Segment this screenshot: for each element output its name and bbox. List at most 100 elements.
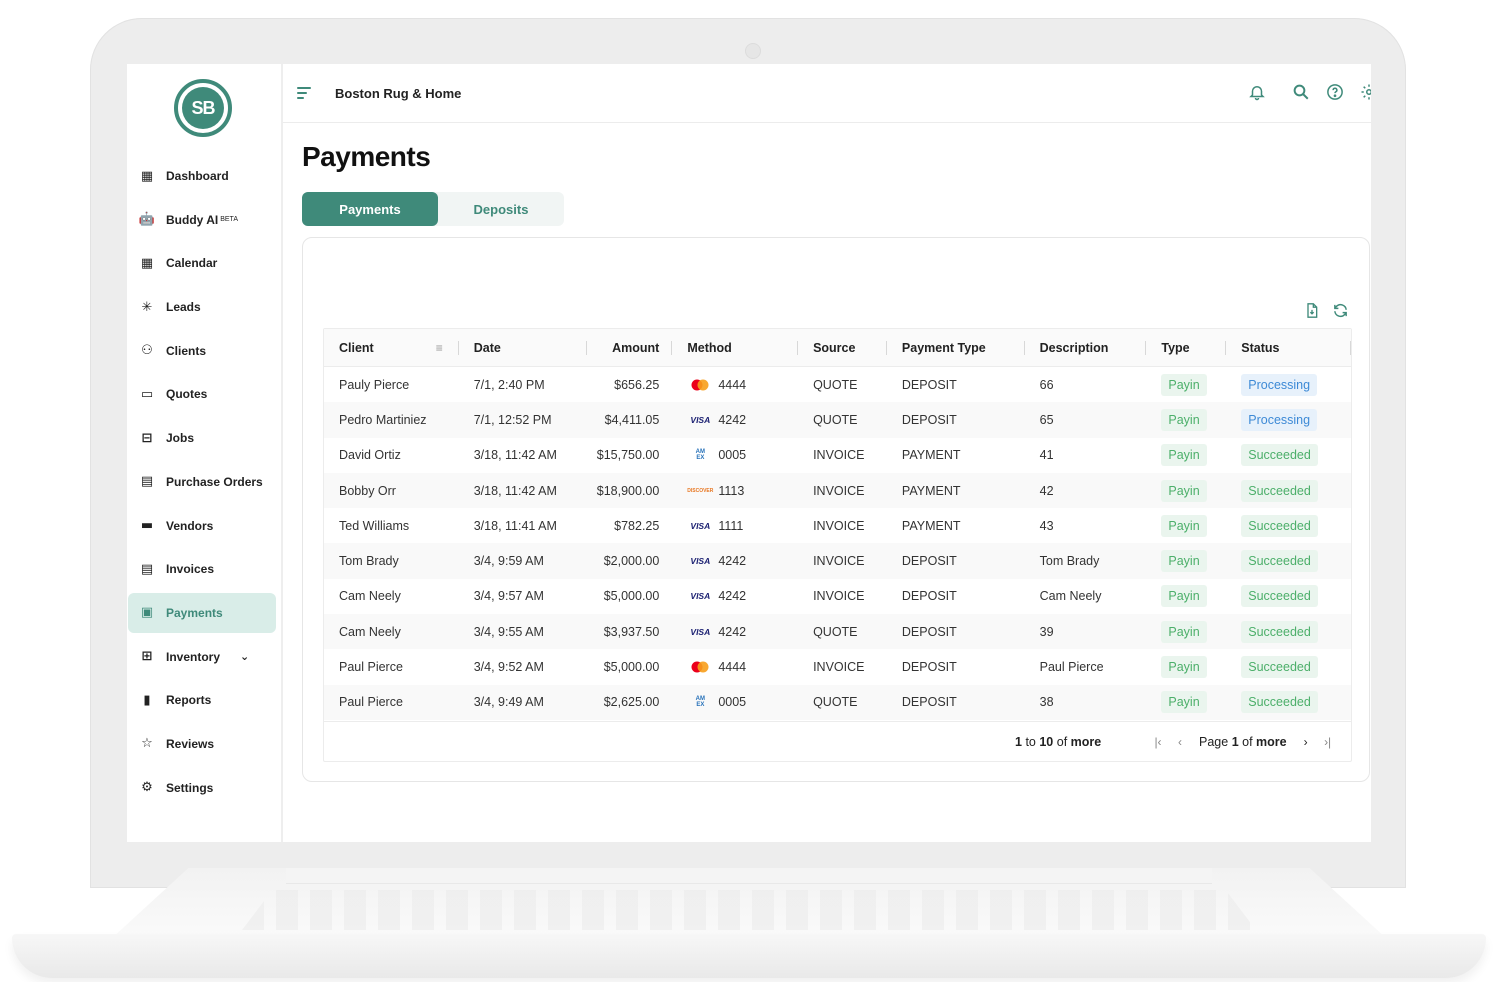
sidebar-item-leads[interactable]: ✳Leads (128, 287, 276, 327)
settings-gear-icon[interactable] (1359, 82, 1371, 102)
cell-description-text: Tom Brady (1040, 554, 1100, 568)
cell-description: 41 (1025, 438, 1147, 473)
table-row[interactable]: David Ortiz3/18, 11:42 AM$15,750.00AMEX0… (324, 438, 1351, 473)
cell-client-text: Paul Pierce (339, 660, 403, 674)
sidebar-item-quotes[interactable]: ▭Quotes (128, 374, 276, 414)
table-row[interactable]: Ted Williams3/18, 11:41 AM$782.25VISA111… (324, 508, 1351, 543)
column-header-source[interactable]: Source (798, 329, 887, 366)
cell-date-text: 3/4, 9:49 AM (474, 695, 544, 709)
cell-type: Payin (1146, 473, 1226, 508)
first-page-icon[interactable]: |‹ (1147, 735, 1169, 749)
cell-type: Payin (1146, 685, 1226, 720)
column-header-method[interactable]: Method (672, 329, 798, 366)
cell-amount: $4,411.05 (587, 402, 672, 437)
next-page-icon[interactable]: › (1295, 735, 1317, 749)
sidebar-item-settings[interactable]: ⚙Settings (128, 768, 276, 808)
sidebar-item-dashboard[interactable]: ▦Dashboard (128, 156, 276, 196)
cell-client: Cam Neely (324, 579, 459, 614)
column-header-amount[interactable]: Amount (587, 329, 672, 366)
last-page-icon[interactable]: ›| (1317, 735, 1339, 749)
table-row[interactable]: Pauly Pierce7/1, 2:40 PM$656.254444QUOTE… (324, 367, 1351, 402)
sidebar-item-reports[interactable]: ▮Reports (128, 680, 276, 720)
sidebar-item-label: Clients (166, 344, 206, 358)
cell-amount: $3,937.50 (587, 614, 672, 649)
cell-amount-text: $5,000.00 (604, 589, 660, 603)
type-badge: Payin (1161, 621, 1206, 643)
column-menu-icon[interactable]: ≡ (436, 341, 443, 355)
app-screen: SB ▦Dashboard🤖Buddy AIBETA▦Calendar✳Lead… (127, 64, 1371, 842)
cell-date-text: 3/4, 9:59 AM (474, 554, 544, 568)
sidebar-item-calendar[interactable]: ▦Calendar (128, 243, 276, 283)
column-header-description[interactable]: Description (1025, 329, 1147, 366)
cell-amount-text: $656.25 (614, 378, 659, 392)
cell-client-text: Ted Williams (339, 519, 409, 533)
cell-payment-type: DEPOSIT (887, 685, 1025, 720)
help-icon[interactable] (1325, 82, 1345, 102)
search-icon[interactable] (1291, 82, 1311, 102)
type-badge: Payin (1161, 515, 1206, 537)
row-summary: 1 to 10 of more (1015, 735, 1101, 749)
tab-deposits[interactable]: Deposits (438, 192, 564, 226)
sidebar-item-label: Jobs (166, 431, 194, 445)
column-header-client[interactable]: Client≡ (324, 329, 459, 366)
chevron-down-icon[interactable]: ⌄ (240, 650, 249, 663)
sidebar-item-clients[interactable]: ⚇Clients (128, 331, 276, 371)
cell-client: Tom Brady (324, 543, 459, 578)
amex-icon: AMEX (687, 694, 713, 710)
gear-icon: ⚙ (138, 779, 156, 797)
type-badge: Payin (1161, 656, 1206, 678)
sidebar-item-purchase-orders[interactable]: ▤Purchase Orders (128, 462, 276, 502)
tab-payments[interactable]: Payments (302, 192, 438, 226)
sidebar-item-payments[interactable]: ▣Payments (128, 593, 276, 633)
table-row[interactable]: Cam Neely3/4, 9:57 AM$5,000.00VISA4242IN… (324, 579, 1351, 614)
card-last4: 4242 (718, 554, 746, 568)
table-row[interactable]: Cam Neely3/4, 9:55 AM$3,937.50VISA4242QU… (324, 614, 1351, 649)
cell-payment-type: DEPOSIT (887, 543, 1025, 578)
export-file-icon[interactable] (1303, 301, 1321, 319)
menu-toggle-icon[interactable] (297, 87, 313, 99)
cell-date-text: 3/18, 11:41 AM (474, 519, 557, 533)
cell-client-text: Pauly Pierce (339, 378, 409, 392)
sidebar-item-inventory[interactable]: ⊞Inventory⌄ (128, 637, 276, 677)
sidebar-item-jobs[interactable]: ⊟Jobs (128, 418, 276, 458)
cell-method: AMEX0005 (672, 438, 798, 473)
sidebar-item-vendors[interactable]: ▬Vendors (128, 506, 276, 546)
sidebar-item-reviews[interactable]: ☆Reviews (128, 724, 276, 764)
column-header-label: Type (1161, 341, 1189, 355)
table-row[interactable]: Paul Pierce3/4, 9:49 AM$2,625.00AMEX0005… (324, 685, 1351, 720)
column-header-payment-type[interactable]: Payment Type (887, 329, 1025, 366)
status-badge: Succeeded (1241, 656, 1318, 678)
payments-card: Client≡ Date Amount Method Source Paymen… (302, 237, 1370, 782)
refresh-icon[interactable] (1331, 301, 1349, 319)
status-badge: Succeeded (1241, 444, 1318, 466)
type-badge: Payin (1161, 409, 1206, 431)
cell-date-text: 3/4, 9:52 AM (474, 660, 544, 674)
column-header-status[interactable]: Status (1226, 329, 1351, 366)
cell-payment-type-text: DEPOSIT (902, 589, 957, 603)
cell-source: INVOICE (798, 473, 887, 508)
bell-icon[interactable] (1247, 82, 1267, 102)
table-row[interactable]: Pedro Martiniez7/1, 12:52 PM$4,411.05VIS… (324, 402, 1351, 437)
cell-client: Pauly Pierce (324, 367, 459, 402)
table-row[interactable]: Bobby Orr3/18, 11:42 AM$18,900.00DISCOVE… (324, 473, 1351, 508)
cell-amount: $2,625.00 (587, 685, 672, 720)
column-header-label: Status (1241, 341, 1279, 355)
cell-client-text: Pedro Martiniez (339, 413, 427, 427)
cell-client: Bobby Orr (324, 473, 459, 508)
sidebar-item-label: Buddy AI (166, 213, 218, 227)
cell-date: 3/4, 9:49 AM (459, 685, 588, 720)
row-from: 1 (1015, 735, 1022, 749)
column-header-type[interactable]: Type (1146, 329, 1226, 366)
beta-badge: BETA (220, 216, 238, 223)
table-row[interactable]: Tom Brady3/4, 9:59 AM$2,000.00VISA4242IN… (324, 543, 1351, 578)
sidebar-item-buddy-ai[interactable]: 🤖Buddy AIBETA (128, 200, 276, 240)
visa-icon: VISA (687, 553, 713, 569)
card-last4: 0005 (718, 448, 746, 462)
laptop-front (12, 934, 1486, 978)
sidebar-item-invoices[interactable]: ▤Invoices (128, 549, 276, 589)
app-logo[interactable]: SB (174, 79, 232, 137)
previous-page-icon[interactable]: ‹ (1169, 735, 1191, 749)
column-header-date[interactable]: Date (459, 329, 588, 366)
table-row[interactable]: Paul Pierce3/4, 9:52 AM$5,000.004444INVO… (324, 649, 1351, 684)
cell-payment-type-text: DEPOSIT (902, 625, 957, 639)
